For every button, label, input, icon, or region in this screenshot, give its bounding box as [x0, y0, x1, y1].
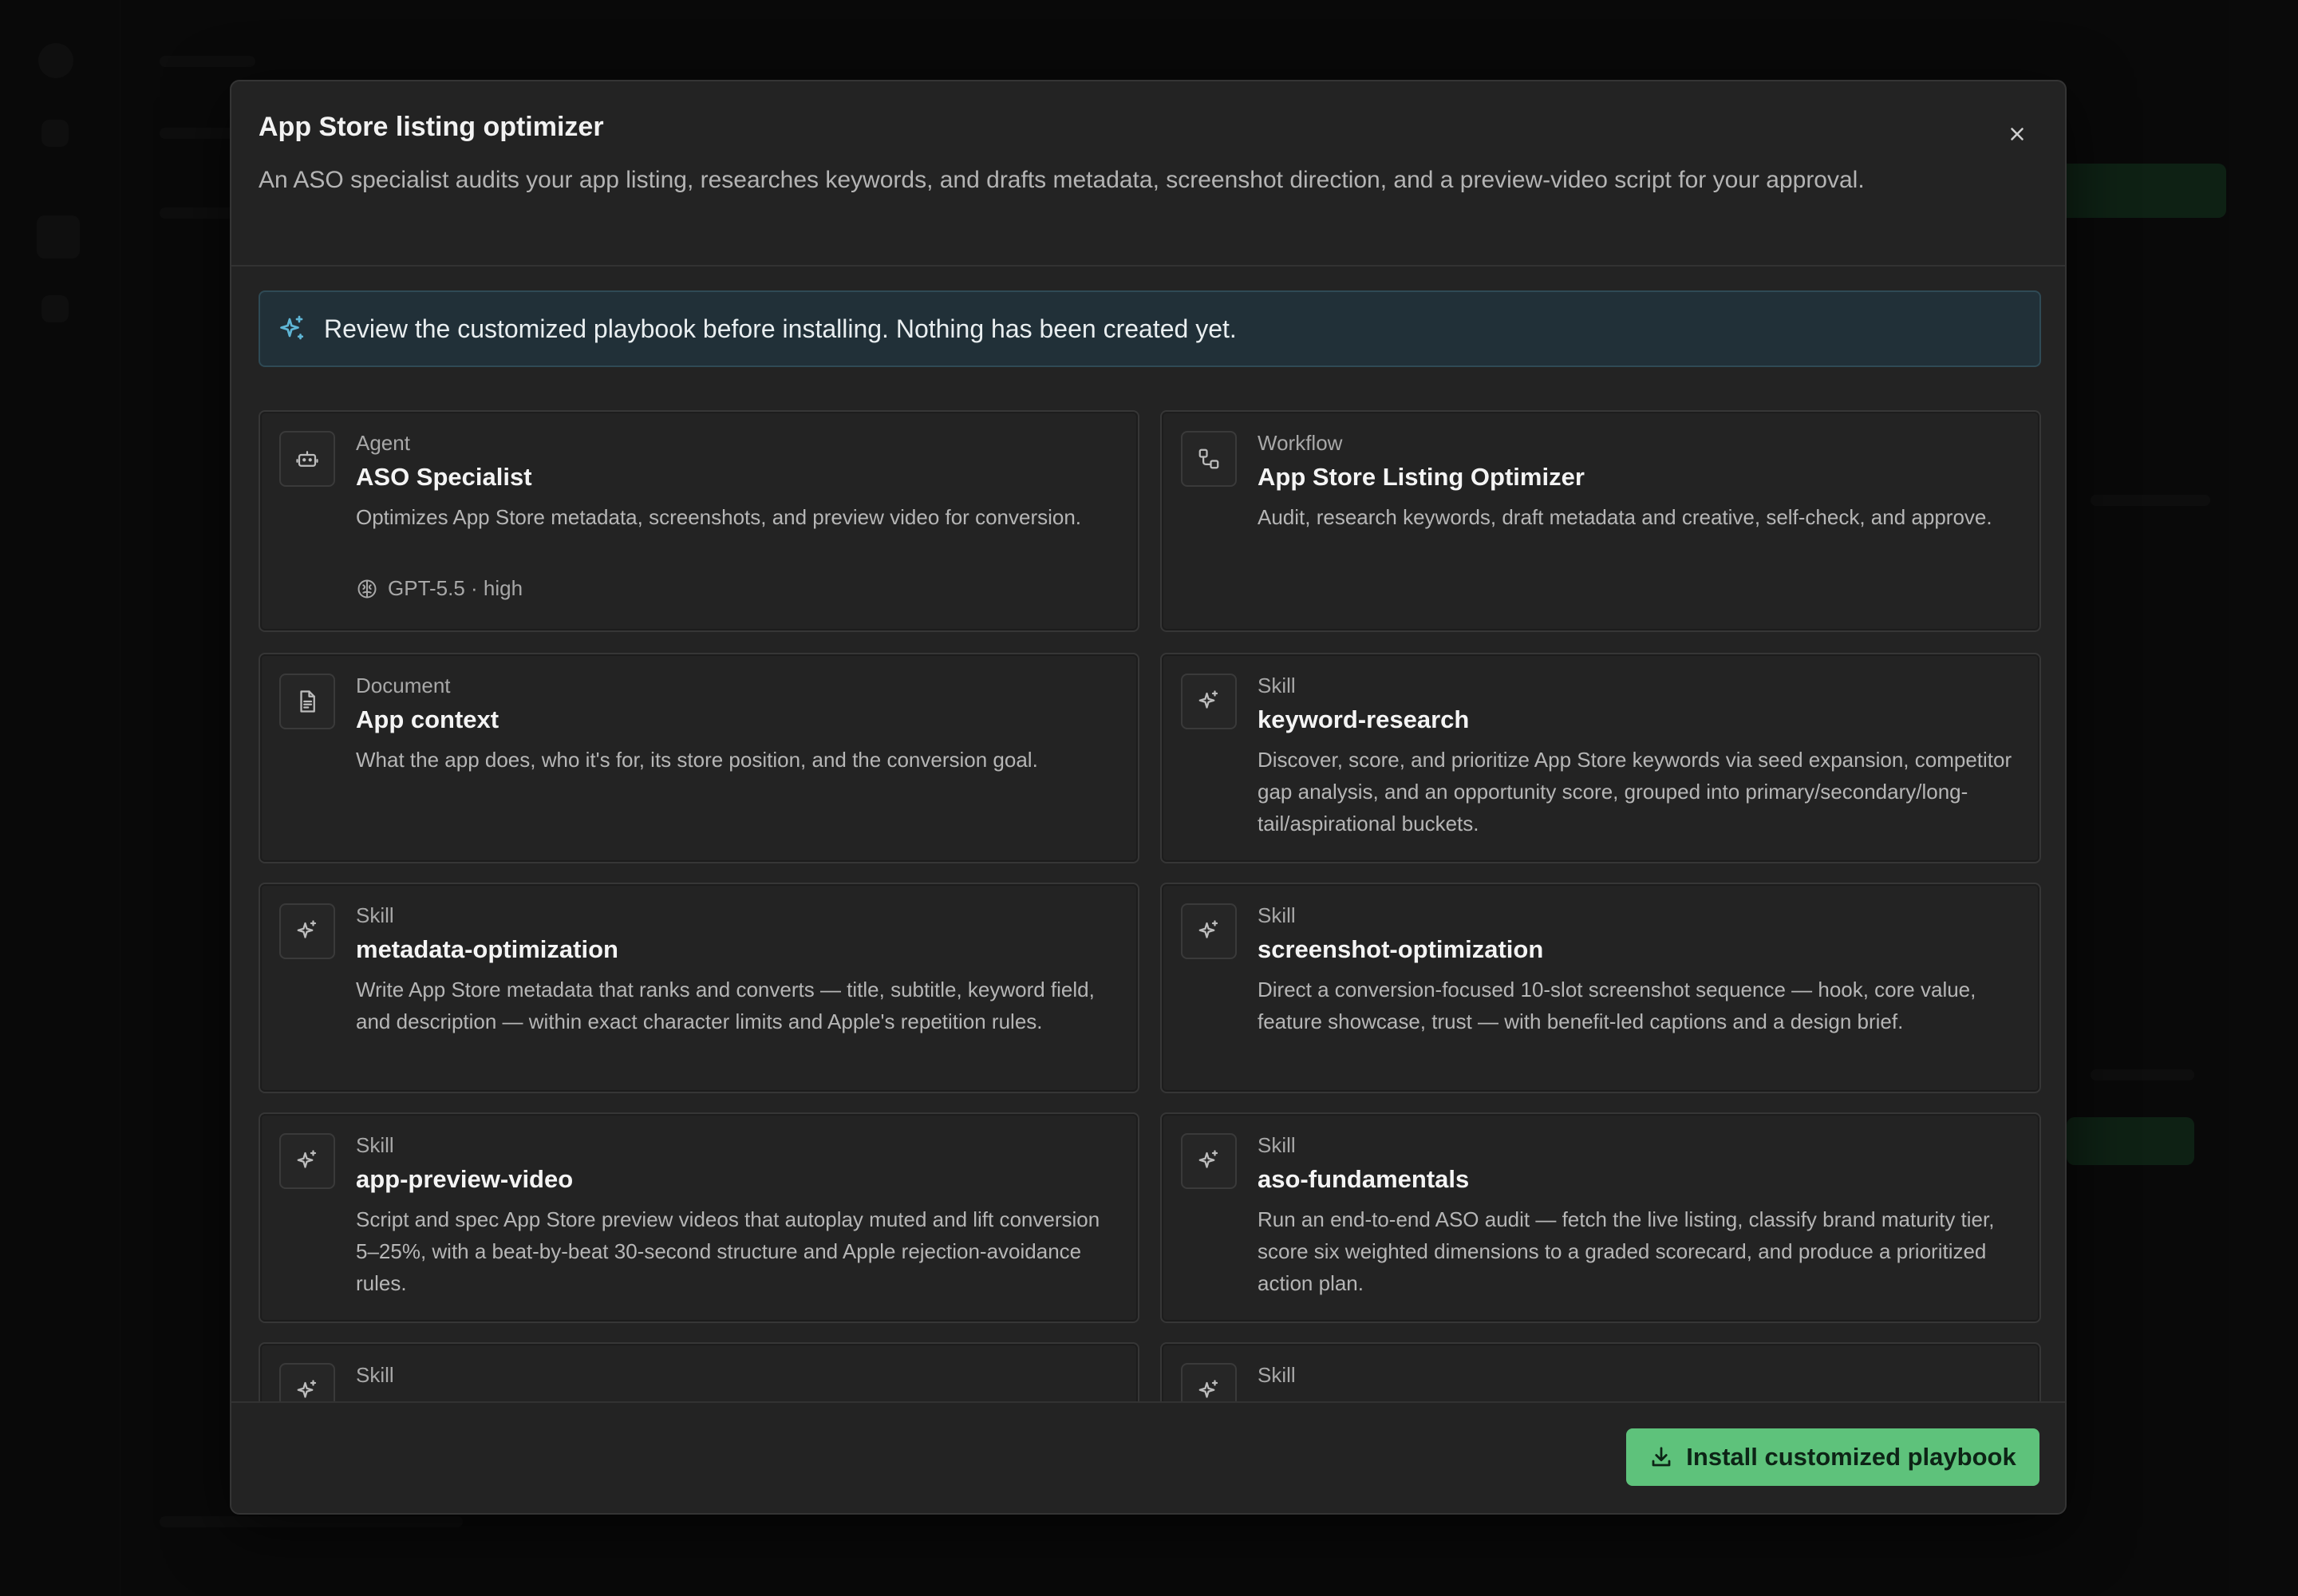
playbook-item-card[interactable]: Skill aso-fundamentals Run an end-to-end… [1160, 1112, 2041, 1323]
card-icon-box [279, 903, 335, 959]
card-icon-box [279, 674, 335, 729]
playbook-item-card[interactable]: Agent ASO Specialist Optimizes App Store… [259, 410, 1139, 632]
card-icon-box [279, 431, 335, 487]
card-type: Skill [356, 903, 394, 927]
card-type: Skill [1258, 1363, 1296, 1387]
sparkle-icon [297, 1380, 317, 1398]
card-icon-box [1181, 431, 1237, 487]
model-label: GPT-5.5 · high [388, 576, 523, 600]
card-type: Document [356, 674, 451, 697]
card-name: keyword-research [1258, 705, 1470, 733]
dialog-footer: Install customized playbook [231, 1401, 2065, 1513]
card-type: Skill [356, 1363, 394, 1387]
dialog-description: An ASO specialist audits your app listin… [259, 167, 1865, 193]
card-type: Skill [356, 1133, 394, 1157]
card-type: Skill [1258, 1133, 1296, 1157]
card-name: metadata-optimization [356, 935, 618, 963]
card-icon-box [279, 1133, 335, 1189]
card-type: Skill [1258, 903, 1296, 927]
card-description: Discover, score, and prioritize App Stor… [1258, 748, 2012, 836]
card-icon-box [1181, 903, 1237, 959]
card-type: Agent [356, 431, 410, 455]
card-name: ASO Specialist [356, 463, 532, 491]
model-info: GPT-5.5 · high [356, 576, 523, 601]
workflow-icon [1198, 448, 1219, 469]
notice-text: Review the customized playbook before in… [324, 314, 1237, 343]
playbook-item-card[interactable]: Document App context What the app does, … [259, 653, 1139, 863]
card-name: screenshot-optimization [1258, 935, 1544, 963]
robot-icon [296, 451, 318, 467]
install-playbook-button[interactable]: Install customized playbook [1626, 1428, 2039, 1486]
sparkle-icon [1198, 1380, 1218, 1398]
card-description: Direct a conversion-focused 10-slot scre… [1258, 978, 1976, 1033]
sparkle-icon [1198, 920, 1218, 938]
card-name: app-preview-video [356, 1165, 574, 1193]
close-icon [2011, 128, 2024, 140]
review-notice: Review the customized playbook before in… [259, 290, 2041, 367]
sparkle-icon [297, 920, 317, 938]
sparkle-icon [1198, 690, 1218, 709]
brain-icon [357, 579, 377, 598]
card-description: Audit, research keywords, draft metadata… [1258, 505, 1992, 529]
playbook-item-card[interactable]: Skill screenshot-optimization Direct a c… [1160, 883, 2041, 1093]
card-type: Workflow [1258, 431, 1343, 455]
card-icon-box [1181, 674, 1237, 729]
card-description: Run an end-to-end ASO audit — fetch the … [1258, 1207, 1995, 1295]
card-type: Skill [1258, 674, 1296, 697]
card-description: Optimizes App Store metadata, screenshot… [356, 505, 1082, 529]
sparkle-icon [297, 1150, 317, 1168]
playbook-item-card[interactable]: Skill app-preview-video Script and spec … [259, 1112, 1139, 1323]
card-icon-box [1181, 1133, 1237, 1189]
card-description: What the app does, who it's for, its sto… [356, 748, 1038, 772]
download-icon [1652, 1447, 1671, 1467]
close-button[interactable] [2000, 117, 2035, 152]
dialog-body[interactable]: Review the customized playbook before in… [231, 267, 2065, 1486]
playbook-dialog: App Store listing optimizer An ASO speci… [230, 80, 2067, 1515]
dialog-title: App Store listing optimizer [259, 112, 604, 142]
card-name: App context [356, 705, 499, 733]
card-description: Write App Store metadata that ranks and … [356, 978, 1095, 1033]
document-icon [300, 690, 315, 713]
card-name: aso-fundamentals [1258, 1165, 1470, 1193]
card-description: Script and spec App Store preview videos… [356, 1207, 1100, 1295]
install-button-label: Install customized playbook [1686, 1443, 2016, 1471]
dialog-header: App Store listing optimizer An ASO speci… [231, 81, 2065, 267]
card-name: App Store Listing Optimizer [1258, 463, 1585, 491]
playbook-item-card[interactable]: Workflow App Store Listing Optimizer Aud… [1160, 410, 2041, 632]
sparkle-icon [280, 315, 304, 340]
playbook-item-card[interactable]: Skill metadata-optimization Write App St… [259, 883, 1139, 1093]
sparkle-icon [1198, 1150, 1218, 1168]
playbook-item-card[interactable]: Skill keyword-research Discover, score, … [1160, 653, 2041, 863]
